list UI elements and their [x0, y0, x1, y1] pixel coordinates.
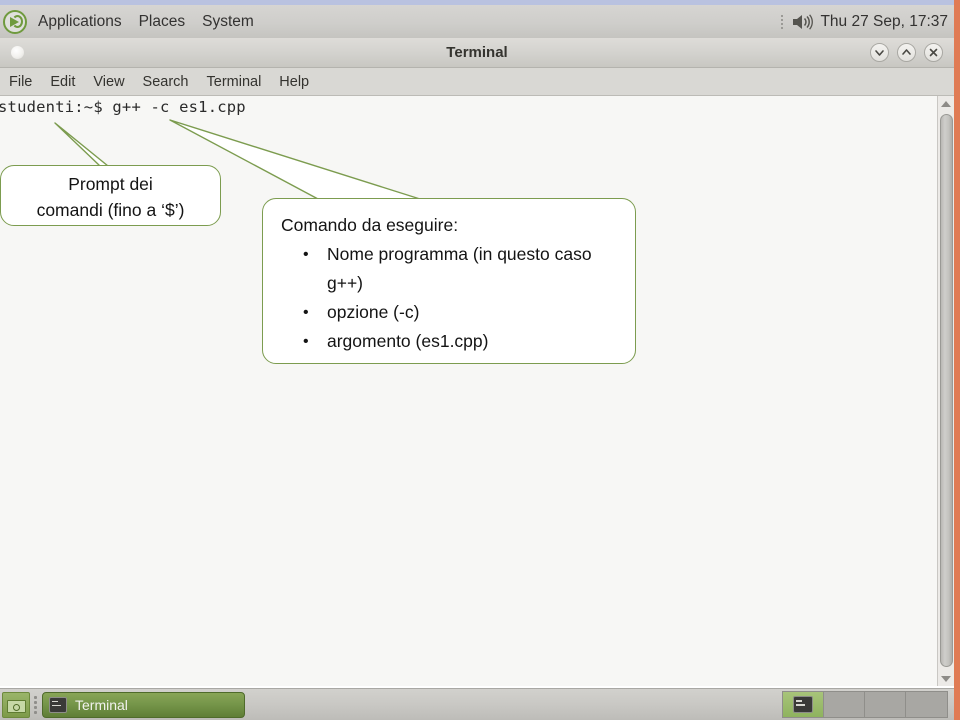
terminal-icon	[49, 696, 67, 713]
menu-edit[interactable]: Edit	[50, 74, 75, 90]
workspace-3[interactable]	[865, 692, 906, 717]
menu-view[interactable]: View	[93, 74, 124, 90]
callout-command-bullet-3: argomento (es1.cpp)	[303, 327, 621, 356]
terminal-command-line: studenti:~$ g++ -c es1.cpp	[0, 98, 246, 116]
minimize-button[interactable]	[870, 43, 889, 62]
workspace-switcher	[782, 691, 948, 718]
window-titlebar[interactable]: Terminal	[0, 38, 954, 68]
top-panel-tray: Thu 27 Sep, 17:37	[780, 12, 948, 32]
applications-menu[interactable]: Applications	[38, 13, 122, 31]
callout-command-title: Comando da eseguire:	[281, 215, 459, 235]
gnome-bottom-panel: Terminal	[0, 688, 954, 720]
workspace-4[interactable]	[906, 692, 947, 717]
maximize-button[interactable]	[897, 43, 916, 62]
scroll-up-arrow[interactable]	[938, 97, 954, 111]
menu-file[interactable]: File	[9, 74, 32, 90]
screen-root: Applications Places System Thu 27 Sep, 1…	[0, 0, 960, 720]
menu-help[interactable]: Help	[279, 74, 309, 90]
taskbar-item-label: Terminal	[75, 696, 128, 713]
close-button[interactable]	[924, 43, 943, 62]
menu-search[interactable]: Search	[143, 74, 189, 90]
screen-right-edge	[954, 0, 960, 720]
callout-prompt-line1: Prompt dei	[68, 174, 153, 194]
panel-grip[interactable]	[780, 14, 785, 29]
workspace-2[interactable]	[824, 692, 865, 717]
taskbar-item-terminal[interactable]: Terminal	[42, 691, 245, 718]
callout-command: Comando da eseguire: Nome programma (in …	[262, 198, 636, 364]
scrollbar-thumb[interactable]	[940, 114, 953, 667]
gnome-top-panel: Applications Places System Thu 27 Sep, 1…	[0, 5, 960, 39]
scroll-down-arrow[interactable]	[938, 672, 954, 686]
workspace-1[interactable]	[783, 692, 824, 717]
terminal-menubar: File Edit View Search Terminal Help	[0, 68, 954, 96]
callout-command-bullet-1: Nome programma (in questo caso g++)	[303, 240, 621, 298]
terminal-scrollbar[interactable]	[937, 96, 954, 687]
callout-command-bullets: Nome programma (in questo caso g++) opzi…	[281, 240, 621, 356]
places-menu[interactable]: Places	[139, 13, 186, 31]
callout-command-bullet-2: opzione (-c)	[303, 298, 621, 327]
window-title: Terminal	[446, 44, 508, 61]
window-buttons	[870, 43, 943, 62]
menu-terminal[interactable]: Terminal	[207, 74, 262, 90]
volume-icon[interactable]	[791, 12, 814, 32]
show-desktop-icon[interactable]	[2, 691, 30, 718]
callout-prompt: Prompt dei comandi (fino a ‘$’)	[0, 165, 221, 226]
clock[interactable]: Thu 27 Sep, 17:37	[820, 13, 948, 31]
mint-menu-icon[interactable]	[3, 9, 27, 34]
terminal-icon	[793, 696, 813, 713]
top-panel-menus: Applications Places System	[38, 13, 254, 31]
taskbar-grip[interactable]	[33, 694, 38, 715]
callout-prompt-line2: comandi (fino a ‘$’)	[36, 200, 185, 220]
system-menu[interactable]: System	[202, 13, 254, 31]
